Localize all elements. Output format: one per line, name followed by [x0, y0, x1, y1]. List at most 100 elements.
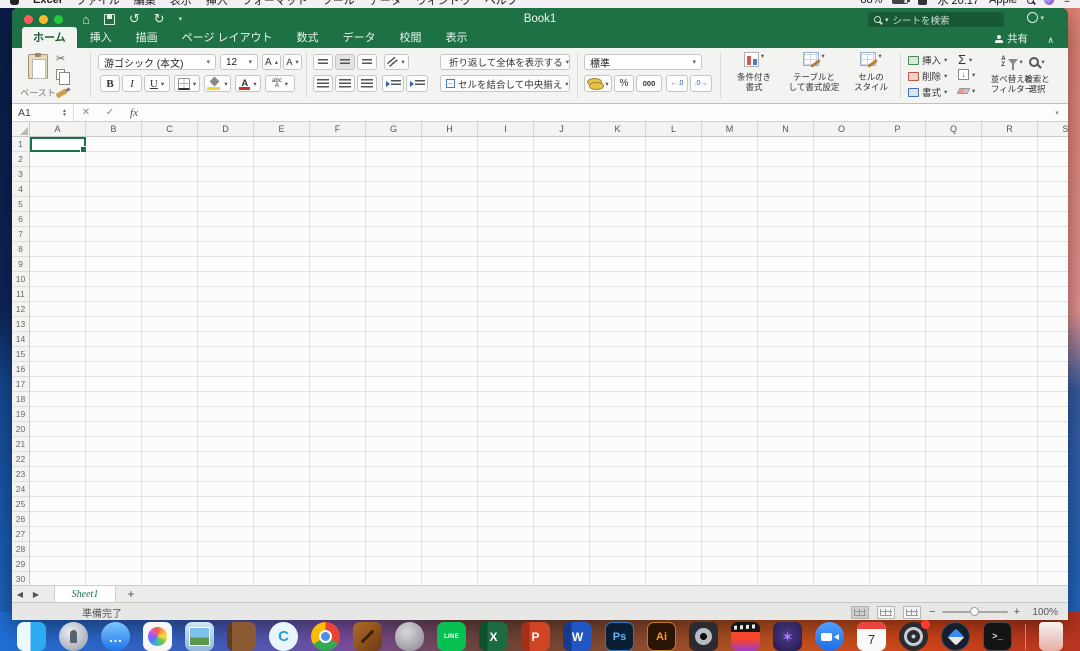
decrease-decimal-button[interactable]: .0→: [690, 75, 712, 92]
siri-icon[interactable]: [1044, 0, 1054, 5]
increase-decimal-button[interactable]: ←.0: [666, 75, 688, 92]
dock-icon-excel[interactable]: X: [479, 622, 508, 651]
column-header-E[interactable]: E: [254, 122, 310, 136]
format-painter-button[interactable]: [56, 84, 67, 97]
menu-item-5[interactable]: ツール: [322, 0, 355, 8]
dock-icon-word[interactable]: W: [563, 622, 592, 651]
page-layout-view-button[interactable]: [877, 606, 895, 619]
decrease-font-size-button[interactable]: A▾: [283, 54, 302, 70]
home-icon[interactable]: ⌂: [82, 12, 90, 27]
row-header-29[interactable]: 29: [12, 557, 29, 572]
currency-format-button[interactable]: ▾: [584, 75, 612, 92]
font-name-combo[interactable]: 游ゴシック (本文) ▾: [98, 54, 216, 70]
name-box[interactable]: A1 ▲▼: [12, 104, 74, 121]
merge-center-button[interactable]: ↔ セルを結合して中央揃え ▾: [440, 75, 570, 92]
clear-button[interactable]: ▾: [958, 87, 975, 95]
menu-user-name[interactable]: Apple: [989, 0, 1017, 6]
column-header-S[interactable]: S: [1038, 122, 1068, 136]
row-header-17[interactable]: 17: [12, 377, 29, 392]
wrap-text-button[interactable]: 折り返して全体を表示する ▾: [440, 54, 570, 70]
row-header-12[interactable]: 12: [12, 302, 29, 317]
italic-button[interactable]: I: [122, 75, 142, 92]
menu-item-0[interactable]: ファイル: [76, 0, 120, 8]
increase-font-size-button[interactable]: A▴: [262, 54, 281, 70]
prev-sheet-button[interactable]: ◀: [12, 590, 28, 599]
column-header-Q[interactable]: Q: [926, 122, 982, 136]
name-box-stepper[interactable]: ▲▼: [62, 109, 67, 117]
row-header-10[interactable]: 10: [12, 272, 29, 287]
dock-icon-launchpad[interactable]: [59, 622, 88, 651]
minimize-button[interactable]: [39, 15, 48, 24]
dock-icon-preview[interactable]: [185, 622, 214, 651]
column-header-G[interactable]: G: [366, 122, 422, 136]
feedback-button[interactable]: ▾: [1027, 12, 1044, 23]
row-header-13[interactable]: 13: [12, 317, 29, 332]
row-header-30[interactable]: 30: [12, 572, 29, 585]
row-header-25[interactable]: 25: [12, 497, 29, 512]
row-header-16[interactable]: 16: [12, 362, 29, 377]
spotlight-search-icon[interactable]: [1027, 0, 1034, 4]
dock-icon-imovie[interactable]: ✶: [773, 622, 802, 651]
row-header-24[interactable]: 24: [12, 482, 29, 497]
format-cells-button[interactable]: 書式▾: [908, 85, 947, 99]
align-middle-button[interactable]: [335, 54, 355, 70]
ribbon-tab-2[interactable]: 描画: [125, 27, 169, 48]
collapse-ribbon-button[interactable]: ∧: [1047, 35, 1054, 46]
menu-clock[interactable]: 水 20:17: [937, 0, 979, 8]
formula-input[interactable]: [146, 104, 1046, 121]
notification-center-icon[interactable]: ≡: [1064, 0, 1070, 6]
increase-indent-button[interactable]: [406, 75, 428, 92]
zoom-slider-handle[interactable]: [970, 607, 979, 616]
row-header-22[interactable]: 22: [12, 452, 29, 467]
row-header-20[interactable]: 20: [12, 422, 29, 437]
comma-format-button[interactable]: 000: [636, 75, 662, 92]
row-header-9[interactable]: 9: [12, 257, 29, 272]
column-header-J[interactable]: J: [534, 122, 590, 136]
phonetic-guide-button[interactable]: abcA ▾: [265, 75, 295, 92]
dock-icon-final-cut-pro[interactable]: [731, 622, 760, 651]
cells-area[interactable]: [30, 137, 1068, 585]
orientation-button[interactable]: ▾: [384, 54, 409, 70]
ribbon-tab-7[interactable]: 表示: [435, 27, 479, 48]
sheet-tab-sheet1[interactable]: Sheet1: [54, 586, 116, 602]
dock-icon-finder[interactable]: [17, 622, 46, 651]
dock-icon-terminal[interactable]: >_: [983, 622, 1012, 651]
borders-button[interactable]: ▾: [174, 75, 200, 92]
selected-cell-a1[interactable]: [30, 137, 86, 152]
column-header-I[interactable]: I: [478, 122, 534, 136]
dock-icon-illustrator[interactable]: Ai: [647, 622, 676, 651]
row-header-21[interactable]: 21: [12, 437, 29, 452]
autosum-button[interactable]: Σ▾: [958, 52, 972, 67]
zoom-out-button[interactable]: −: [929, 606, 935, 618]
column-header-A[interactable]: A: [30, 122, 86, 136]
page-break-view-button[interactable]: [903, 606, 921, 619]
column-header-C[interactable]: C: [142, 122, 198, 136]
dock-icon-powerpoint[interactable]: P: [521, 622, 550, 651]
dock-icon-app-store[interactable]: [899, 622, 928, 651]
dock-icon-trash[interactable]: [1039, 622, 1063, 651]
row-header-19[interactable]: 19: [12, 407, 29, 422]
ribbon-tab-1[interactable]: 挿入: [79, 27, 123, 48]
bold-button[interactable]: B: [100, 75, 120, 92]
close-button[interactable]: [24, 15, 33, 24]
row-header-27[interactable]: 27: [12, 527, 29, 542]
dock-icon-gimp[interactable]: [395, 622, 424, 651]
dock-icon-photos[interactable]: [143, 622, 172, 651]
ribbon-tab-5[interactable]: データ: [332, 27, 387, 48]
row-header-6[interactable]: 6: [12, 212, 29, 227]
align-center-button[interactable]: [335, 75, 355, 92]
row-header-28[interactable]: 28: [12, 542, 29, 557]
menu-item-6[interactable]: データ: [369, 0, 402, 8]
find-select-button[interactable]: ▾ 検索と選択: [1014, 50, 1060, 94]
column-header-B[interactable]: B: [86, 122, 142, 136]
normal-view-button[interactable]: [851, 606, 869, 619]
row-header-5[interactable]: 5: [12, 197, 29, 212]
row-header-11[interactable]: 11: [12, 287, 29, 302]
percent-format-button[interactable]: %: [614, 75, 634, 92]
dock-icon-notebook[interactable]: [227, 622, 256, 651]
dock-icon-photoshop[interactable]: Ps: [605, 622, 634, 651]
cell-styles-button[interactable]: ▾ セルのスタイル: [848, 52, 894, 92]
menu-item-1[interactable]: 編集: [134, 0, 156, 8]
ribbon-tab-0[interactable]: ホーム: [22, 27, 77, 48]
ribbon-tab-6[interactable]: 校閲: [389, 27, 433, 48]
